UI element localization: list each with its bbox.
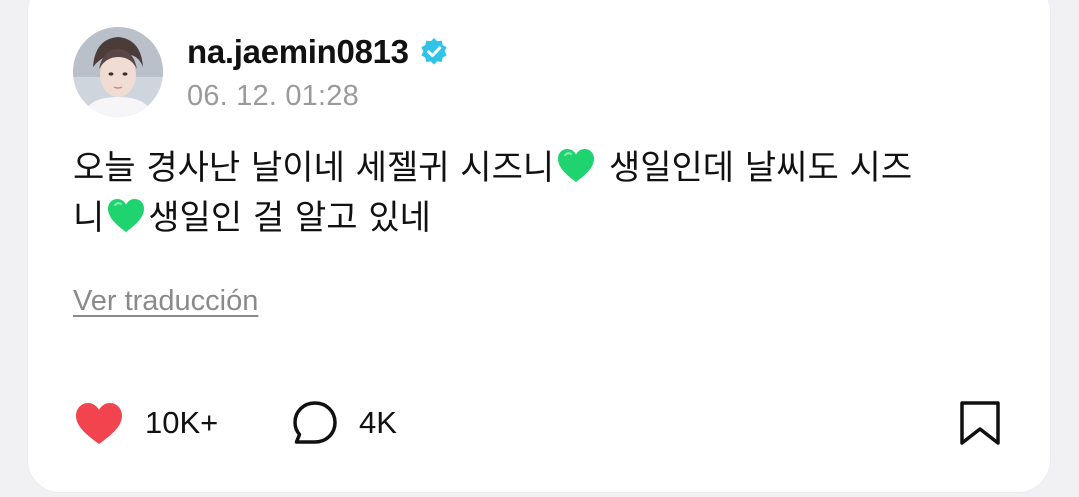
username[interactable]: na.jaemin0813: [187, 33, 409, 71]
comment-button[interactable]: 4K: [291, 399, 397, 447]
avatar[interactable]: [73, 27, 163, 117]
verified-badge-icon: [421, 38, 447, 65]
caption-line: 니 생일인 걸 알고 있네: [73, 193, 1013, 243]
comment-bubble-icon: [293, 401, 337, 444]
post-caption: 오늘 경사난 날이네 세젤귀 시즈니 생일인데 날씨도 시즈 니 생일인 걸 알고…: [73, 143, 1013, 243]
see-translation-link[interactable]: Ver traducción: [73, 285, 258, 318]
caption-text: 생일인데 날씨도 시즈: [598, 148, 913, 188]
caption-text: 오늘 경사난 날이네 세젤귀 시즈니: [73, 148, 555, 188]
post-timestamp: 06. 12. 01:28: [187, 80, 359, 112]
author-header: na.jaemin0813: [187, 30, 449, 74]
action-bar: 10K+ 4K: [73, 395, 1039, 451]
caption-line: 오늘 경사난 날이네 세젤귀 시즈니 생일인데 날씨도 시즈: [73, 143, 1013, 193]
bookmark-icon: [960, 401, 1000, 445]
heart-icon: [76, 403, 122, 444]
like-count: 10K+: [145, 405, 219, 440]
green-heart-icon: [108, 199, 145, 232]
comment-count: 4K: [359, 405, 397, 440]
caption-text: 니: [73, 198, 105, 238]
green-heart-icon: [558, 149, 595, 182]
like-button[interactable]: 10K+: [73, 400, 291, 446]
caption-text: 생일인 걸 알고 있네: [148, 198, 431, 238]
bookmark-button[interactable]: [958, 399, 1002, 452]
